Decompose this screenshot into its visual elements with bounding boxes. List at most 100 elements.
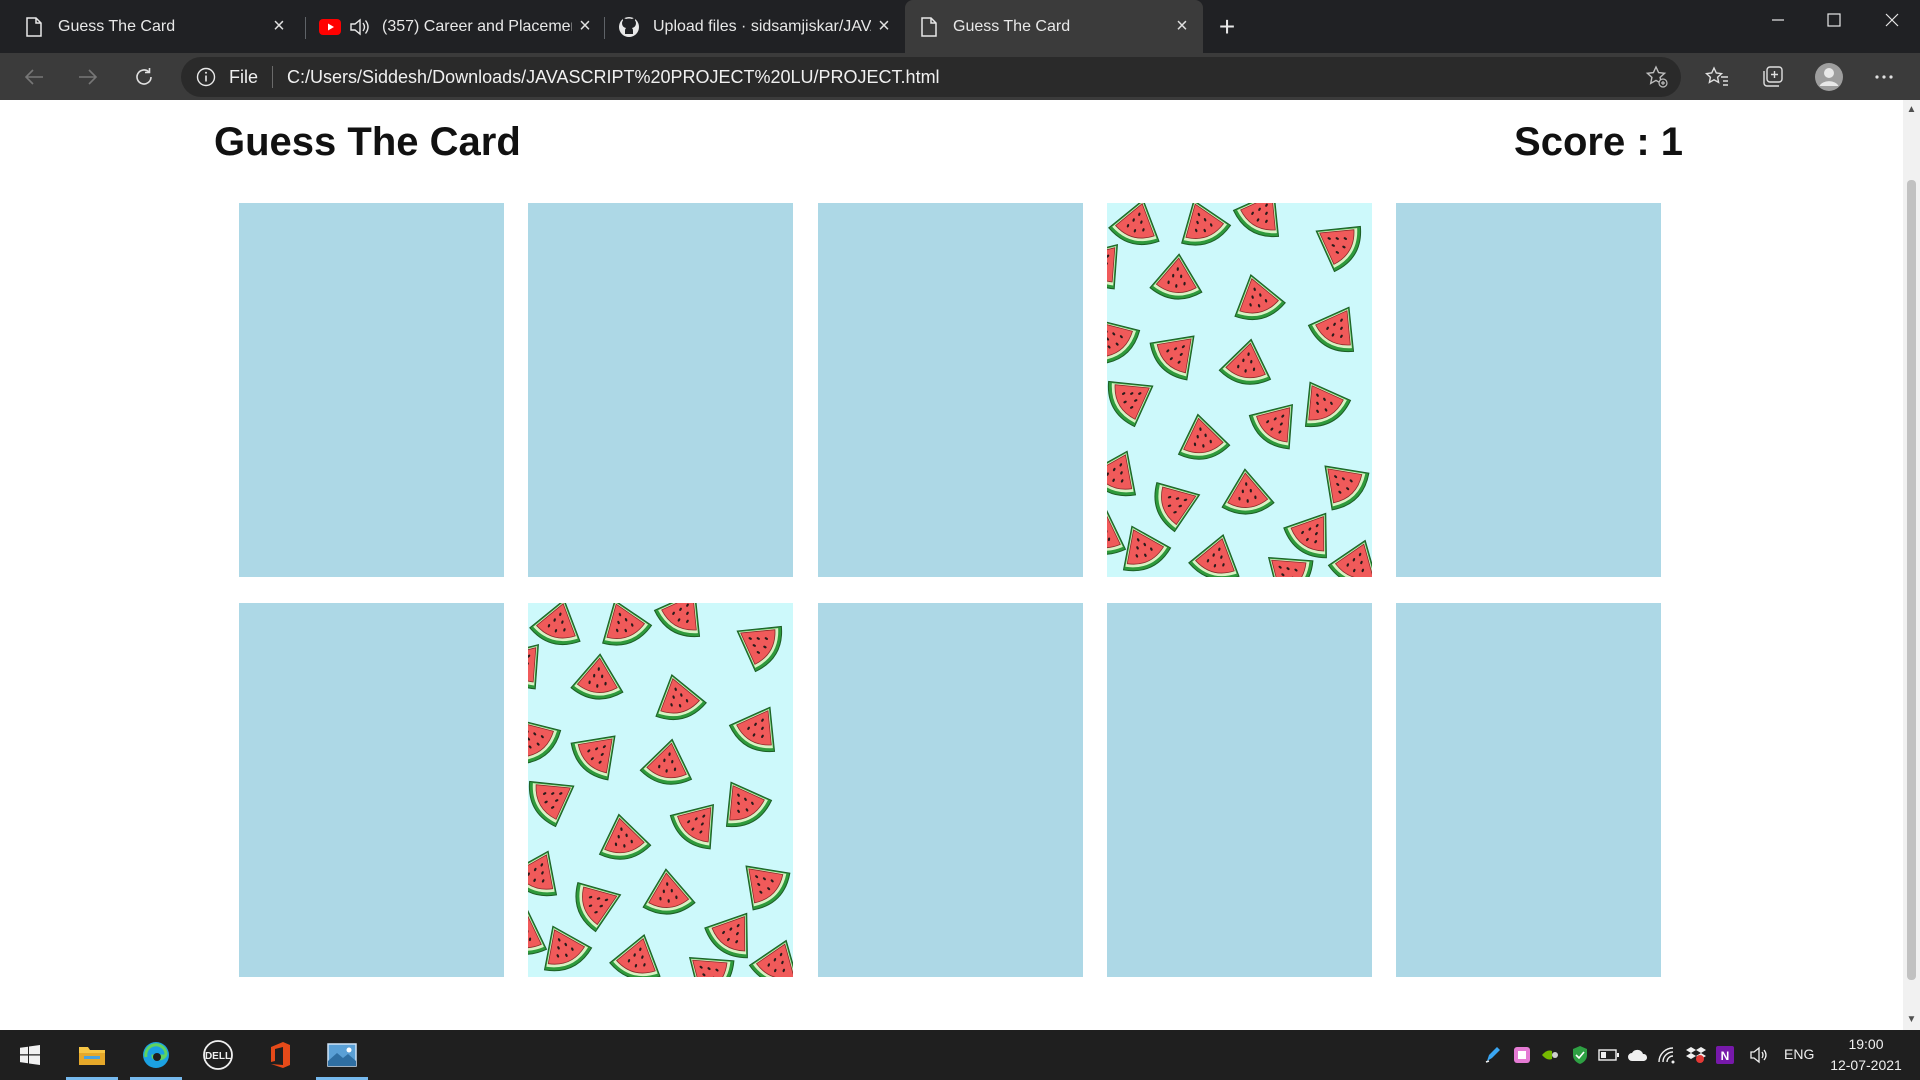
card-r2-c2[interactable] (528, 603, 793, 977)
page-scrollbar[interactable]: ▲ ▼ (1903, 100, 1920, 1030)
onedrive-icon[interactable] (1627, 1044, 1649, 1066)
onenote-icon[interactable]: N (1714, 1044, 1736, 1066)
edge-button[interactable] (126, 1030, 186, 1080)
back-button[interactable] (14, 57, 54, 97)
watermelon-slice (1108, 203, 1160, 245)
tab-title: Guess The Card (953, 17, 1071, 35)
watermelon-slice (655, 673, 707, 720)
more-dots-icon (1875, 75, 1893, 79)
language-indicator[interactable]: ENG (1784, 1046, 1814, 1062)
close-icon (1885, 13, 1899, 27)
volume-icon[interactable] (1748, 1044, 1770, 1066)
security-icon[interactable] (1569, 1044, 1591, 1066)
tab-strip: Guess The Card × (357) Career and Placem… (0, 0, 1920, 53)
favorites-icon (1705, 66, 1728, 86)
page-icon (917, 15, 941, 39)
card-r2-c5[interactable] (1396, 603, 1661, 977)
close-window-button[interactable] (1864, 0, 1920, 40)
collections-button[interactable] (1752, 57, 1792, 97)
favorites-button[interactable] (1697, 57, 1737, 97)
close-icon[interactable]: × (871, 14, 897, 40)
card-r2-c3[interactable] (818, 603, 1083, 977)
file-explorer-button[interactable] (62, 1030, 122, 1080)
watermelon-slice (639, 738, 693, 785)
clock-date[interactable]: 12-07-2021 (1826, 1057, 1906, 1073)
card-r1-c5[interactable] (1396, 203, 1661, 577)
watermelon-slice (1324, 465, 1370, 511)
watermelon-slice (1232, 203, 1280, 238)
card-r1-c1[interactable] (239, 203, 504, 577)
watermelon-slice (528, 718, 562, 765)
watermelon-slice (529, 603, 581, 645)
refresh-button[interactable] (124, 57, 164, 97)
watermelon-slice (1248, 403, 1293, 450)
close-icon[interactable]: × (266, 14, 292, 40)
card-r1-c4[interactable] (1107, 203, 1372, 577)
scroll-up-icon[interactable]: ▲ (1906, 104, 1917, 115)
scroll-thumb[interactable] (1907, 180, 1916, 980)
watermelon-slice (669, 803, 714, 850)
watermelon-slice (1218, 338, 1272, 385)
profile-button[interactable] (1809, 57, 1849, 97)
watermelon-slice (653, 603, 701, 638)
scroll-down-icon[interactable]: ▼ (1906, 1014, 1917, 1025)
battery-icon[interactable] (1598, 1044, 1620, 1066)
svg-text:N: N (1721, 1049, 1730, 1063)
tab-guess-the-card-1[interactable]: Guess The Card × (0, 0, 300, 53)
watermelon-slice (728, 706, 776, 753)
watermelon-slice (598, 813, 652, 860)
watermelon-slice (1188, 533, 1240, 577)
watermelon-slice (1315, 225, 1362, 273)
tab-youtube[interactable]: (357) Career and Placement × (306, 0, 606, 53)
watermelon-slice (1234, 273, 1286, 320)
watermelon-slice (1221, 468, 1275, 515)
edge-icon (143, 1042, 169, 1068)
app-tray-icon[interactable] (1511, 1044, 1533, 1066)
minimize-button[interactable] (1750, 0, 1806, 40)
tab-title: (357) Career and Placement (382, 17, 572, 35)
pen-workspace-icon[interactable] (1482, 1044, 1504, 1066)
address-bar[interactable]: File C:/Users/Siddesh/Downloads/JAVASCRI… (181, 57, 1681, 97)
card-r2-c1[interactable] (239, 603, 504, 977)
tab-guess-the-card-active[interactable]: Guess The Card × (905, 0, 1203, 53)
office-icon (271, 1042, 290, 1068)
close-icon[interactable]: × (572, 14, 598, 40)
windows-start-button[interactable] (0, 1030, 60, 1080)
speaker-icon[interactable] (348, 15, 372, 39)
settings-menu-button[interactable] (1864, 57, 1904, 97)
info-icon[interactable] (195, 66, 217, 88)
watermelon-slice (1177, 413, 1231, 460)
watermelon-pattern-image (1107, 203, 1372, 577)
forward-button[interactable] (68, 57, 108, 97)
watermelon-slice (575, 882, 622, 933)
forward-arrow-icon (79, 69, 98, 85)
watermelon-slice (1307, 306, 1355, 353)
dropbox-icon[interactable] (1685, 1044, 1707, 1066)
photos-icon (327, 1043, 357, 1067)
wifi-icon[interactable] (1656, 1044, 1678, 1066)
watermelon-slice (609, 933, 661, 977)
back-arrow-icon (24, 69, 43, 85)
dell-button[interactable]: DELL (188, 1030, 248, 1080)
watermelon-slice (1149, 335, 1195, 381)
youtube-icon (318, 15, 342, 39)
windows-taskbar: DELL N ENG 19:00 12-07-2021 (0, 1030, 1920, 1080)
nvidia-icon[interactable] (1540, 1044, 1562, 1066)
card-r2-c4[interactable] (1107, 603, 1372, 977)
card-r1-c2[interactable] (528, 203, 793, 577)
card-r1-c3[interactable] (818, 203, 1083, 577)
photos-button[interactable] (312, 1030, 372, 1080)
github-icon (617, 15, 641, 39)
tab-github-upload[interactable]: Upload files · sidsamjiskar/JAVAS × (605, 0, 905, 53)
watermelon-slice (528, 780, 575, 828)
watermelon-slice (1149, 253, 1203, 300)
clock-time[interactable]: 19:00 (1836, 1036, 1896, 1052)
close-icon[interactable]: × (1169, 14, 1195, 40)
new-tab-button[interactable]: + (1212, 11, 1242, 42)
url-text[interactable]: C:/Users/Siddesh/Downloads/JAVASCRIPT%20… (287, 67, 940, 88)
maximize-button[interactable] (1806, 0, 1862, 40)
add-favorite-icon[interactable] (1645, 65, 1669, 89)
watermelon-slice (570, 653, 624, 700)
office-button[interactable] (250, 1030, 310, 1080)
maximize-icon (1827, 13, 1841, 27)
